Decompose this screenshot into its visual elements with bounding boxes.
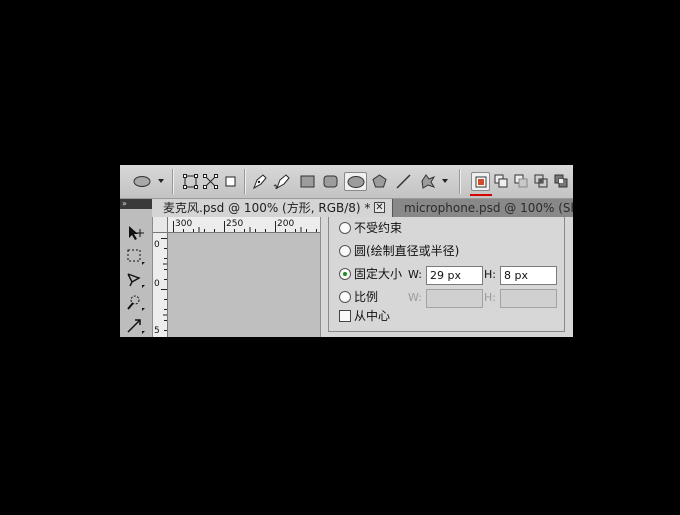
pen-icon[interactable]	[250, 172, 269, 191]
fixed-height-field[interactable]	[500, 266, 557, 285]
fixed-width-field[interactable]	[426, 266, 483, 285]
add-to-shape-icon[interactable]	[492, 172, 511, 191]
geometry-options-chevron-icon[interactable]	[442, 179, 448, 183]
document-canvas[interactable]	[168, 233, 320, 337]
quick-select-tool-icon[interactable]	[123, 292, 147, 312]
marquee-tool-icon[interactable]	[123, 246, 147, 266]
line-icon[interactable]	[394, 172, 413, 191]
separator	[459, 169, 460, 194]
option-label: 圆(绘制直径或半径)	[354, 244, 460, 258]
proportional-width-label: W:	[408, 291, 422, 304]
tab-label: microphone.psd @ 100% (Shap	[404, 201, 573, 215]
height-label: H:	[484, 268, 496, 281]
checkbox-from-center[interactable]	[339, 310, 351, 322]
paths-icon[interactable]	[201, 172, 220, 191]
radio-unconstrained[interactable]	[339, 222, 351, 234]
ruler-label: 250	[226, 219, 244, 229]
close-icon[interactable]: ✕	[374, 202, 385, 213]
separator	[172, 169, 173, 194]
tools-panel-collapse[interactable]: »	[120, 199, 152, 209]
proportional-width-field[interactable]	[426, 289, 483, 308]
ellipse-shape-icon[interactable]	[132, 172, 154, 191]
radio-proportional[interactable]	[339, 291, 351, 303]
option-label: 固定大小	[354, 267, 403, 281]
horizontal-ruler[interactable]: 300 250 200	[168, 217, 324, 233]
photoshop-window: » 麦克风.psd @ 100% (方形, RGB/8) * ✕ microph…	[120, 165, 573, 337]
option-label: 不受约束	[354, 221, 403, 235]
radio-circle[interactable]	[339, 245, 351, 257]
tab-label: 麦克风.psd @ 100% (方形, RGB/8) *	[163, 201, 371, 215]
option-label: 比例	[354, 290, 379, 304]
create-new-layer-icon[interactable]	[471, 172, 490, 191]
ruler-label: 200	[277, 219, 295, 229]
options-toolbar	[120, 165, 573, 199]
intersect-icon[interactable]	[532, 172, 551, 191]
option-label: 从中心	[354, 309, 391, 323]
rounded-rectangle-icon[interactable]	[321, 172, 340, 191]
ellipse-icon[interactable]	[344, 172, 367, 191]
polygon-icon[interactable]	[370, 172, 389, 191]
geometry-options-frame: 不受约束 圆(绘制直径或半径) 固定大小 W: H: 比例 W: H:	[328, 217, 565, 332]
radio-fixed-size[interactable]	[339, 268, 351, 280]
tab-document-active[interactable]: 麦克风.psd @ 100% (方形, RGB/8) * ✕	[152, 199, 392, 217]
document-tab-bar: 麦克风.psd @ 100% (方形, RGB/8) * ✕ microphon…	[152, 199, 573, 217]
ruler-label: 5	[154, 326, 160, 336]
vertical-ruler[interactable]: 0 0 5	[153, 233, 168, 337]
geometry-options-popup: 不受约束 圆(绘制直径或半径) 固定大小 W: H: 比例 W: H:	[328, 217, 573, 337]
ruler-origin[interactable]	[153, 217, 168, 233]
lasso-tool-icon[interactable]	[123, 269, 147, 289]
custom-shape-icon[interactable]	[418, 172, 437, 191]
proportional-height-field[interactable]	[500, 289, 557, 308]
move-tool-icon[interactable]	[123, 223, 147, 243]
tab-document-inactive[interactable]: microphone.psd @ 100% (Shap	[393, 199, 573, 217]
tools-panel: »	[120, 199, 153, 337]
highlight-underline	[470, 194, 492, 196]
ruler-label: 300	[175, 219, 193, 229]
width-label: W:	[408, 268, 422, 281]
subtract-icon[interactable]	[512, 172, 531, 191]
fill-pixels-icon[interactable]	[221, 172, 240, 191]
crop-tool-icon[interactable]	[123, 315, 147, 335]
proportional-height-label: H:	[484, 291, 496, 304]
rectangle-icon[interactable]	[298, 172, 317, 191]
separator	[244, 169, 245, 194]
freeform-pen-icon[interactable]	[273, 172, 292, 191]
exclude-icon[interactable]	[552, 172, 571, 191]
ruler-label: 0	[154, 240, 160, 250]
shape-layers-icon[interactable]	[181, 172, 200, 191]
chevron-down-icon[interactable]	[158, 179, 164, 183]
ruler-label: 0	[154, 279, 160, 289]
